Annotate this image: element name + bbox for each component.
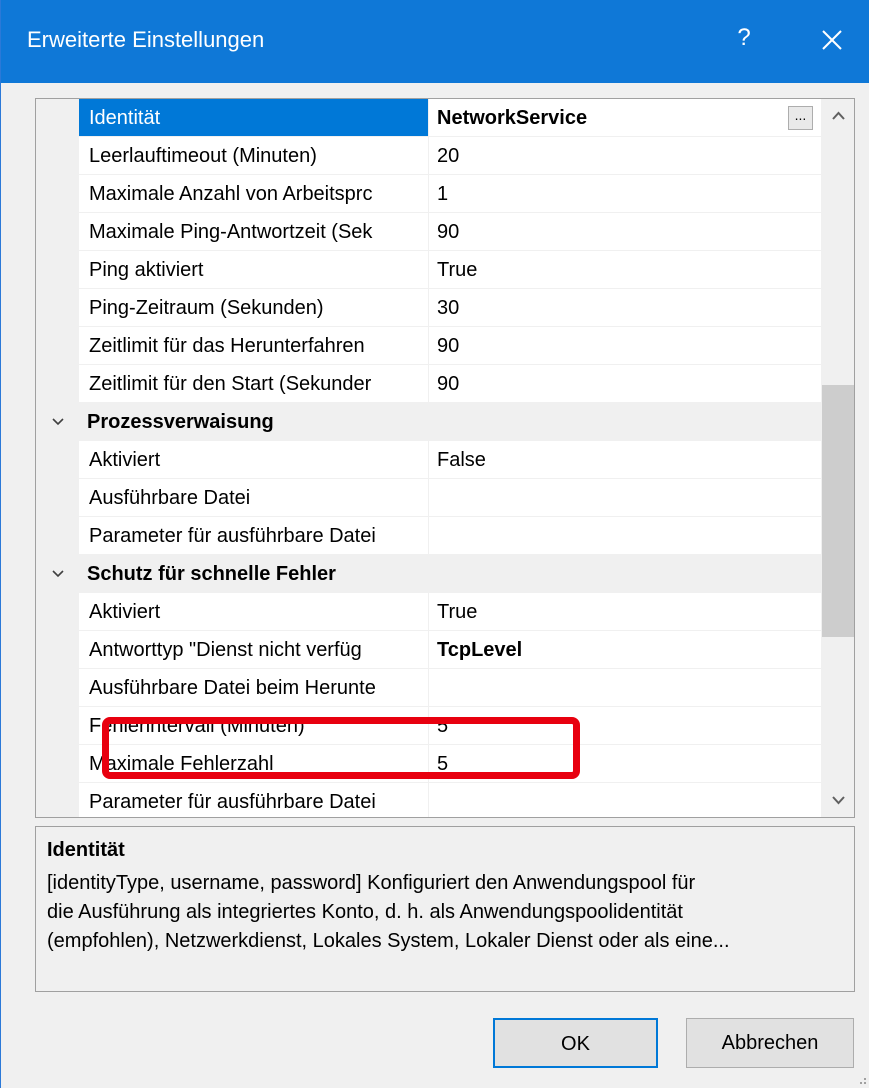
- dialog-window: Erweiterte Einstellungen ? Identität Netw…: [0, 0, 869, 1088]
- property-value[interactable]: TcpLevel: [429, 631, 821, 669]
- property-value[interactable]: 30: [429, 289, 821, 327]
- scroll-down-arrow-icon[interactable]: [821, 783, 855, 817]
- row-margin: [36, 137, 79, 175]
- property-value[interactable]: 90: [429, 365, 821, 403]
- property-name[interactable]: Aktiviert: [79, 593, 428, 631]
- row-margin: [36, 251, 79, 289]
- row-margin: [36, 99, 79, 137]
- property-value[interactable]: 1: [429, 175, 821, 213]
- property-row[interactable]: Parameter für ausführbare Datei: [36, 517, 821, 555]
- row-margin: [36, 289, 79, 327]
- vertical-scrollbar[interactable]: [821, 99, 855, 817]
- chevron-down-icon[interactable]: [50, 566, 66, 582]
- property-name[interactable]: Leerlauftimeout (Minuten): [79, 137, 428, 175]
- row-margin: [36, 783, 79, 817]
- property-row[interactable]: Maximale Ping-Antwortzeit (Sek 90: [36, 213, 821, 251]
- row-margin: [36, 707, 79, 745]
- category-row[interactable]: Schutz für schnelle Fehler: [36, 555, 821, 593]
- row-margin: [36, 213, 79, 251]
- property-value[interactable]: [429, 783, 821, 817]
- property-value[interactable]: 20: [429, 137, 821, 175]
- property-value[interactable]: 90: [429, 327, 821, 365]
- property-value[interactable]: False: [429, 441, 821, 479]
- property-value[interactable]: 90: [429, 213, 821, 251]
- row-margin: [36, 175, 79, 213]
- property-name[interactable]: Identität: [79, 99, 428, 137]
- property-value[interactable]: [429, 479, 821, 517]
- property-name[interactable]: Ausführbare Datei: [79, 479, 428, 517]
- red-highlight-box: [102, 717, 580, 779]
- property-row[interactable]: Aktiviert False: [36, 441, 821, 479]
- scrollbar-thumb[interactable]: [822, 385, 854, 637]
- description-heading: Identität: [47, 839, 125, 861]
- property-value[interactable]: [429, 669, 821, 707]
- row-margin: [36, 517, 79, 555]
- property-row[interactable]: Parameter für ausführbare Datei: [36, 783, 821, 817]
- chevron-down-icon[interactable]: [50, 414, 66, 430]
- cancel-button[interactable]: Abbrechen: [686, 1018, 854, 1068]
- property-row[interactable]: Maximale Anzahl von Arbeitsprc 1: [36, 175, 821, 213]
- property-name[interactable]: Zeitlimit für das Herunterfahren: [79, 327, 428, 365]
- property-value[interactable]: [429, 517, 821, 555]
- property-value[interactable]: True: [429, 593, 821, 631]
- property-grid[interactable]: Identität NetworkService... Leerlauftimeou…: [35, 98, 855, 818]
- row-margin: [36, 745, 79, 783]
- row-margin: [36, 365, 79, 403]
- property-row[interactable]: Zeitlimit für das Herunterfahren 90: [36, 327, 821, 365]
- description-panel: Identität [identityType, username, passw…: [35, 826, 855, 992]
- scroll-up-arrow-icon[interactable]: [821, 99, 855, 133]
- property-name[interactable]: Ping-Zeitraum (Sekunden): [79, 289, 428, 327]
- property-name[interactable]: Zeitlimit für den Start (Sekunder: [79, 365, 428, 403]
- property-row[interactable]: Ping-Zeitraum (Sekunden) 30: [36, 289, 821, 327]
- property-row[interactable]: Zeitlimit für den Start (Sekunder 90: [36, 365, 821, 403]
- property-row[interactable]: Identität NetworkService...: [36, 99, 821, 137]
- property-name[interactable]: Ping aktiviert: [79, 251, 428, 289]
- property-value[interactable]: NetworkService: [429, 99, 821, 137]
- resize-grip-icon[interactable]: [850, 1068, 868, 1086]
- property-name[interactable]: Ausführbare Datei beim Herunte: [79, 669, 428, 707]
- property-row[interactable]: Ping aktiviert True: [36, 251, 821, 289]
- row-margin: [36, 327, 79, 365]
- title-bar: Erweiterte Einstellungen ?: [1, 0, 869, 83]
- description-text: [identityType, username, password] Konfi…: [47, 872, 730, 952]
- property-name[interactable]: Aktiviert: [79, 441, 428, 479]
- ellipsis-button[interactable]: ...: [788, 106, 813, 130]
- property-name[interactable]: Antworttyp "Dienst nicht verfüg: [79, 631, 428, 669]
- property-name[interactable]: Parameter für ausführbare Datei: [79, 517, 428, 555]
- property-row[interactable]: Aktiviert True: [36, 593, 821, 631]
- property-row[interactable]: Ausführbare Datei: [36, 479, 821, 517]
- property-row[interactable]: Leerlauftimeout (Minuten) 20: [36, 137, 821, 175]
- property-name[interactable]: Maximale Ping-Antwortzeit (Sek: [79, 213, 428, 251]
- ok-button[interactable]: OK: [493, 1018, 658, 1068]
- category-label: Schutz für schnelle Fehler: [87, 563, 336, 585]
- row-margin: [36, 631, 79, 669]
- property-name[interactable]: Maximale Anzahl von Arbeitsprc: [79, 175, 428, 213]
- dialog-title: Erweiterte Einstellungen: [27, 27, 265, 52]
- row-margin: [36, 441, 79, 479]
- close-icon[interactable]: [812, 20, 852, 60]
- property-name[interactable]: Parameter für ausführbare Datei: [79, 783, 428, 817]
- category-label: Prozessverwaisung: [87, 411, 274, 433]
- property-row[interactable]: Ausführbare Datei beim Herunte: [36, 669, 821, 707]
- row-margin: [36, 479, 79, 517]
- category-row[interactable]: Prozessverwaisung: [36, 403, 821, 441]
- help-button[interactable]: ?: [726, 18, 762, 58]
- row-margin: [36, 669, 79, 707]
- row-margin: [36, 593, 79, 631]
- property-value[interactable]: True: [429, 251, 821, 289]
- property-row[interactable]: Antworttyp "Dienst nicht verfüg TcpLevel: [36, 631, 821, 669]
